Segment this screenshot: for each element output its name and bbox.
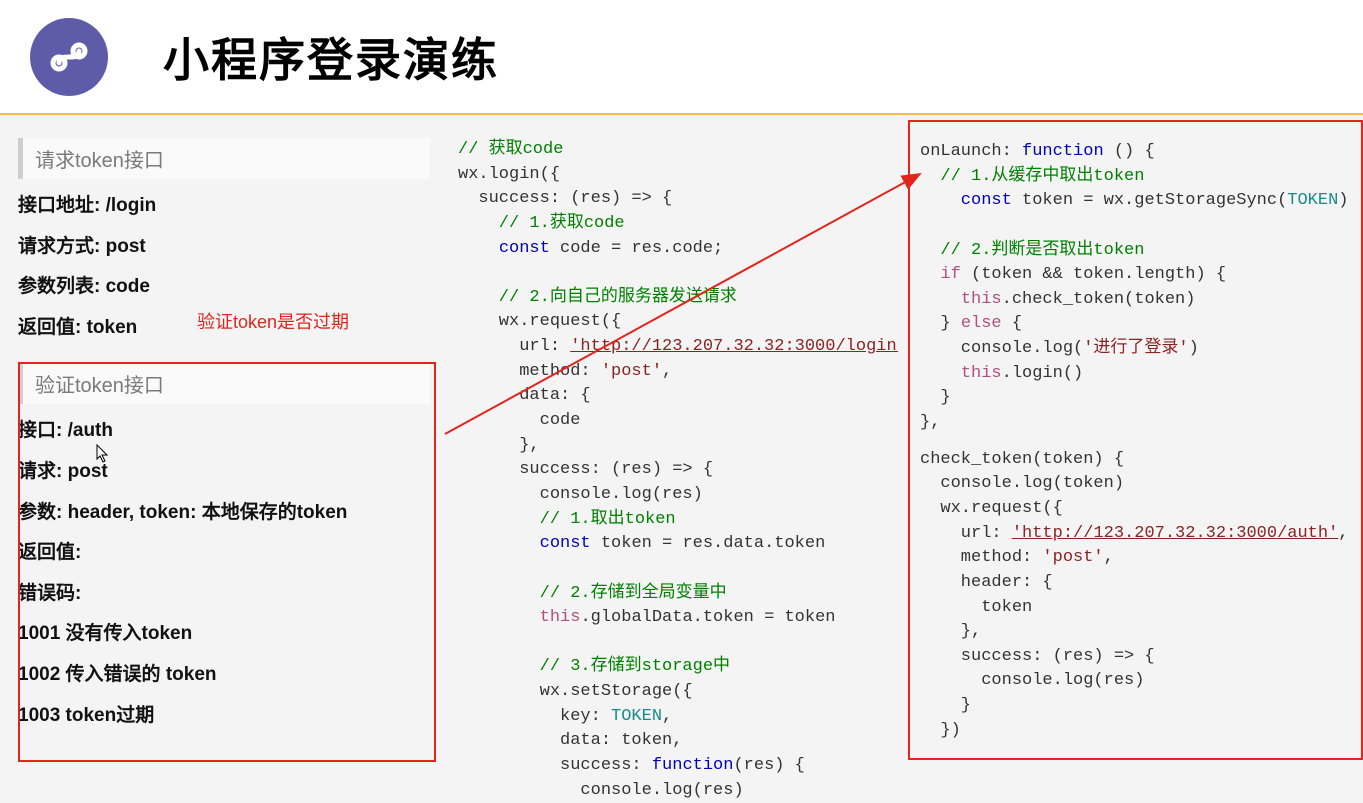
login-code-block: // 获取code wx.login({ success: (res) => {… (458, 138, 898, 803)
onlaunch-code-panel: onLaunch: function () { // 1.从缓存中取出token… (908, 120, 1363, 760)
api-address: 接口地址: /login (18, 193, 430, 220)
red-annotation-label: 验证token是否过期 (197, 308, 349, 334)
verify-api-params: 参数: header, token: 本地保存的token (18, 500, 430, 527)
cursor-icon (96, 444, 112, 464)
error-1003: 1003 token过期 (18, 703, 430, 730)
verify-token-section-header: 验证token接口 (18, 363, 430, 404)
verify-api-return: 返回值: (18, 540, 430, 567)
page-title: 小程序登录演练 (163, 24, 499, 90)
onlaunch-code-block: onLaunch: function () { // 1.从缓存中取出token… (920, 140, 1351, 436)
error-code-header: 错误码: (18, 581, 430, 608)
login-code-panel: // 获取code wx.login({ success: (res) => {… (448, 120, 908, 764)
verify-api-address: 接口: /auth (18, 418, 430, 445)
error-1002: 1002 传入错误的 token (18, 662, 430, 689)
api-method: 请求方式: post (18, 234, 430, 261)
error-1001: 1001 没有传入token (18, 621, 430, 648)
request-token-section-header: 请求token接口 (18, 138, 430, 179)
main-content: 请求token接口 接口地址: /login 请求方式: post 参数列表: … (0, 120, 1363, 764)
api-doc-panel: 请求token接口 接口地址: /login 请求方式: post 参数列表: … (0, 120, 448, 764)
api-params: 参数列表: code (18, 274, 430, 301)
verify-api-method: 请求: post (18, 459, 430, 486)
header: 小程序登录演练 (0, 0, 1363, 115)
checktoken-code-block: check_token(token) { console.log(token) … (920, 448, 1351, 744)
wechat-mini-logo-icon (30, 18, 108, 96)
